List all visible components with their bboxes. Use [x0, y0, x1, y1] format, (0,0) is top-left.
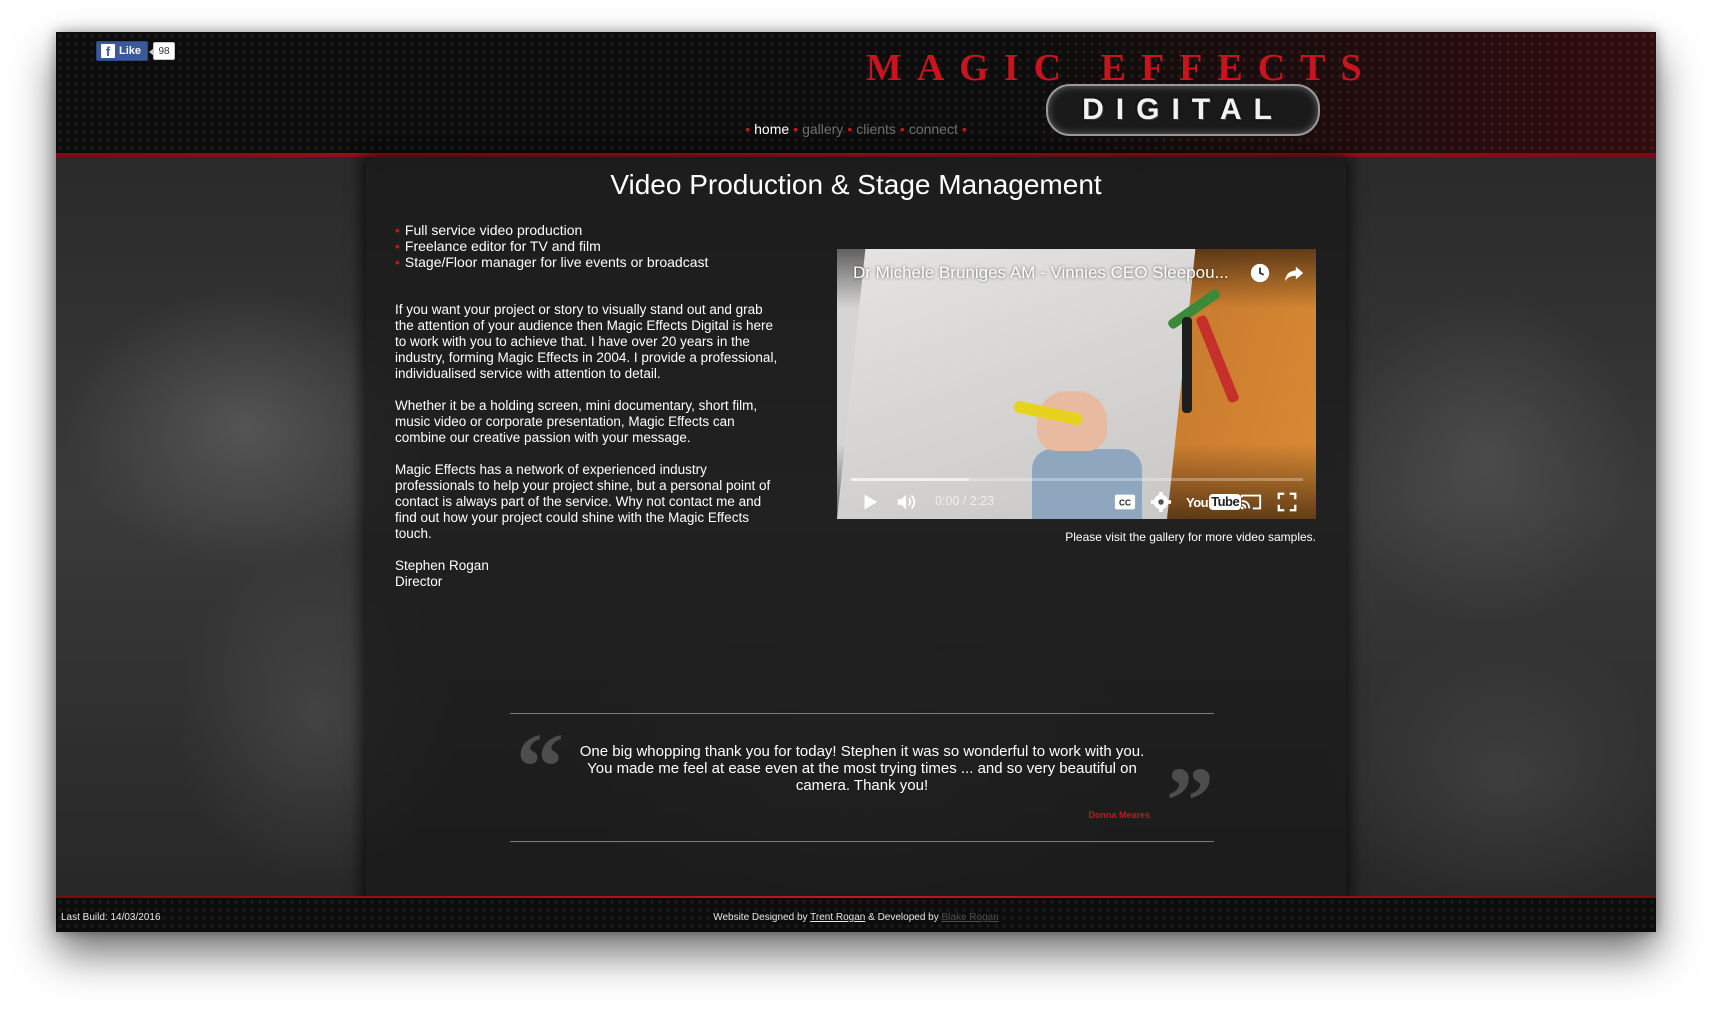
browser-page: f Like 98 MAGIC EFFECTS DIGITAL • home • ga… — [56, 32, 1656, 932]
testimonial-rule-bottom — [510, 841, 1214, 842]
video-thumbnail-crayon — [1182, 317, 1192, 413]
facebook-like-count: 98 — [149, 42, 176, 60]
testimonial-rule-top — [510, 713, 1214, 714]
site-footer: Last Build: 14/03/2016 Website Designed … — [56, 898, 1656, 932]
services-list: Full service video production Freelance … — [395, 222, 775, 270]
open-quote-mark: “ — [516, 713, 564, 820]
video-thumbnail-crayon — [1195, 314, 1240, 404]
video-time: 0:00 / 2:23 — [935, 494, 995, 508]
testimonial: “ One big whopping thank you for today! … — [510, 713, 1214, 849]
nav-home[interactable]: home — [754, 121, 789, 137]
fullscreen-icon[interactable] — [1276, 491, 1298, 513]
testimonial-author: Donna Meares — [1088, 810, 1150, 820]
testimonial-text: One big whopping thank you for today! St… — [579, 743, 1145, 794]
nav-gallery[interactable]: gallery — [802, 121, 843, 137]
service-item: Full service video production — [395, 222, 775, 238]
cc-icon[interactable]: CC — [1114, 493, 1136, 511]
main-nav: • home • gallery • clients • connect • — [56, 121, 1656, 137]
settings-icon[interactable] — [1150, 491, 1172, 513]
youtube-logo-you: You — [1186, 494, 1209, 510]
page-title: Video Production & Stage Management — [610, 169, 1102, 200]
service-item: Freelance editor for TV and film — [395, 238, 775, 254]
developer-link[interactable]: Blake Rogan — [942, 912, 999, 923]
svg-text:CC: CC — [1119, 499, 1131, 508]
nav-separator: • — [899, 121, 905, 137]
intro-paragraph: Magic Effects has a network of experienc… — [395, 462, 771, 541]
video-player[interactable]: Dr Michele Bruniges AM - Vinnies CEO Sle… — [837, 249, 1316, 519]
facebook-like-widget[interactable]: f Like 98 — [96, 41, 176, 61]
facebook-like-button[interactable]: f Like — [96, 41, 149, 61]
content-panel: Video Production & Stage Management Full… — [366, 157, 1346, 927]
signature-role: Director — [395, 574, 443, 589]
facebook-icon: f — [101, 44, 115, 59]
video-title[interactable]: Dr Michele Bruniges AM - Vinnies CEO Sle… — [853, 263, 1238, 283]
service-item: Stage/Floor manager for live events or b… — [395, 254, 775, 270]
play-icon[interactable] — [859, 491, 881, 513]
share-icon[interactable] — [1283, 262, 1305, 284]
video-progress-bar[interactable] — [851, 478, 1303, 481]
nav-separator: • — [961, 121, 967, 137]
cast-icon[interactable] — [1240, 491, 1262, 513]
footer-credits: Website Designed by Trent Rogan & Develo… — [56, 912, 1656, 923]
video-progress-loaded — [851, 478, 969, 481]
nav-clients[interactable]: clients — [856, 121, 896, 137]
nav-connect[interactable]: connect — [909, 121, 958, 137]
intro-paragraph: Whether it be a holding screen, mini doc… — [395, 398, 758, 445]
credit-prefix: Website Designed by — [713, 912, 808, 923]
facebook-like-label: Like — [119, 45, 142, 57]
credit-middle: & Developed by — [868, 912, 939, 923]
close-quote-mark: ” — [1166, 747, 1214, 854]
gallery-note: Please visit the gallery for more video … — [1065, 530, 1316, 544]
signature-name: Stephen Rogan — [395, 558, 489, 573]
site-logo[interactable]: MAGIC EFFECTS DIGITAL — [866, 46, 1386, 156]
nav-separator: • — [847, 121, 853, 137]
intro-paragraph: If you want your project or story to vis… — [395, 302, 778, 381]
intro-text: If you want your project or story to vis… — [395, 302, 785, 590]
nav-separator: • — [745, 121, 751, 137]
volume-icon[interactable] — [895, 491, 917, 513]
youtube-logo-tube: Tube — [1209, 494, 1242, 510]
signature: Stephen Rogan Director — [395, 558, 785, 590]
youtube-logo[interactable]: You Tube — [1186, 493, 1242, 511]
watch-later-icon[interactable] — [1249, 262, 1271, 284]
nav-separator: • — [793, 121, 799, 137]
designer-link[interactable]: Trent Rogan — [810, 912, 865, 923]
